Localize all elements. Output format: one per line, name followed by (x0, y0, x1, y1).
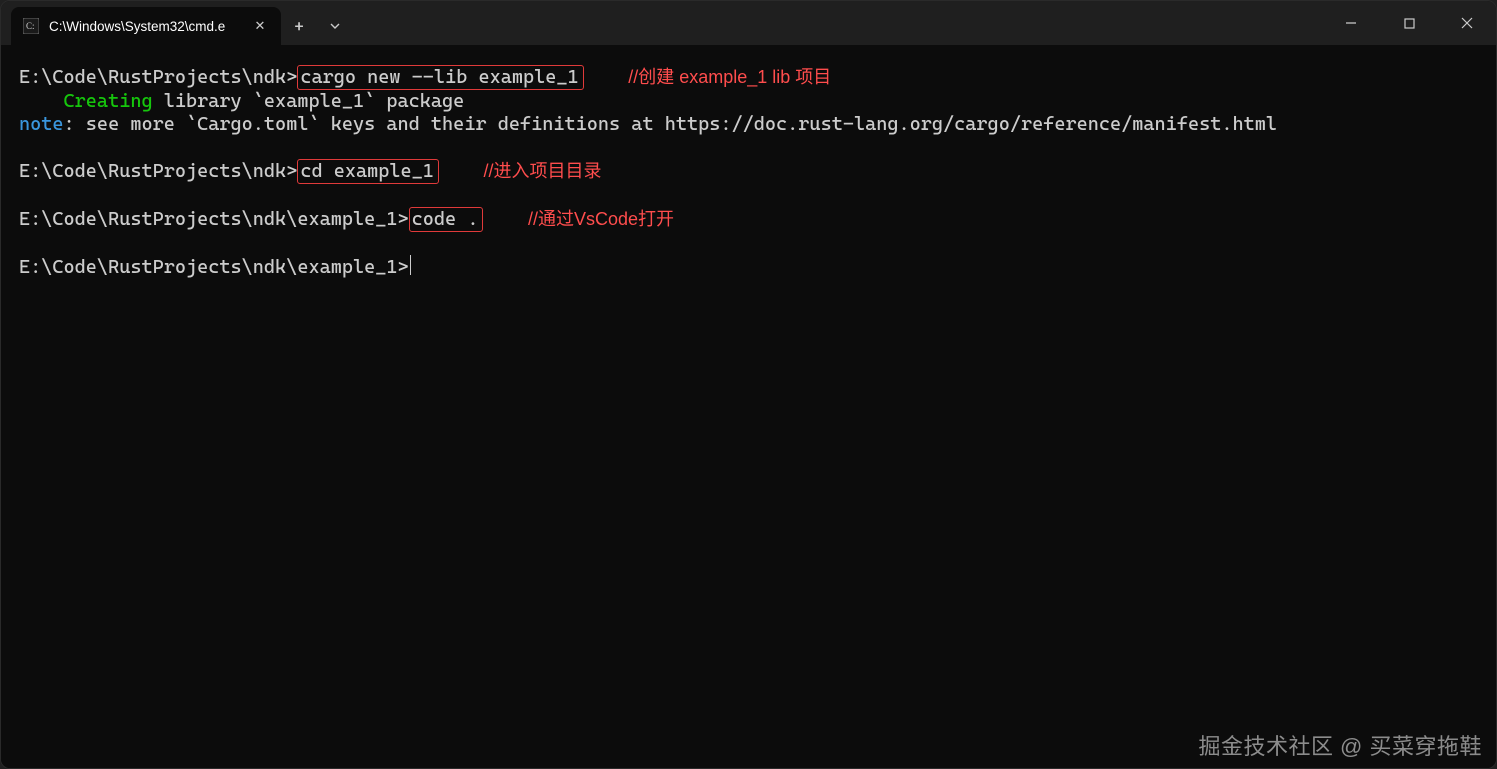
titlebar: C: C:\Windows\System32\cmd.e ✕ + (1, 1, 1496, 45)
command-box: cd example_1 (297, 159, 439, 184)
annotation: //进入项目目录 (483, 161, 601, 181)
annotation: //通过VsCode打开 (528, 209, 674, 229)
terminal-line (19, 184, 1482, 207)
terminal-line: note: see more `Cargo.toml` keys and the… (19, 113, 1482, 136)
chevron-down-icon (329, 20, 341, 32)
command-box: code . (409, 207, 484, 232)
terminal-line: E:\Code\RustProjects\ndk\example_1>code … (19, 207, 1482, 232)
output-text: : see more `Cargo.toml` keys and their d… (64, 113, 1277, 135)
tab-cmd[interactable]: C: C:\Windows\System32\cmd.e ✕ (11, 7, 281, 45)
terminal-output[interactable]: E:\Code\RustProjects\ndk>cargo new --lib… (1, 45, 1496, 768)
svg-text:C:: C: (26, 21, 35, 31)
terminal-line (19, 232, 1482, 255)
terminal-window: C: C:\Windows\System32\cmd.e ✕ + (0, 0, 1497, 769)
output-text: library `example_1` package (153, 90, 465, 112)
cmd-icon: C: (23, 18, 39, 34)
minimize-button[interactable] (1322, 1, 1380, 45)
note-keyword: note (19, 113, 64, 135)
titlebar-spacer (353, 1, 1322, 45)
terminal-line: E:\Code\RustProjects\ndk\example_1> (19, 255, 1482, 279)
watermark: 掘金技术社区 @ 买菜穿拖鞋 (1198, 735, 1482, 758)
annotation: //创建 example_1 lib 项目 (628, 67, 831, 87)
window-controls (1322, 1, 1496, 45)
terminal-line (19, 136, 1482, 159)
new-tab-button[interactable]: + (281, 7, 317, 45)
terminal-line: Creating library `example_1` package (19, 90, 1482, 113)
prompt: E:\Code\RustProjects\ndk\example_1> (19, 256, 409, 278)
tab-dropdown-button[interactable] (317, 7, 353, 45)
plus-icon: + (294, 17, 303, 36)
prompt: E:\Code\RustProjects\ndk\example_1> (19, 208, 409, 230)
prompt: E:\Code\RustProjects\ndk> (19, 160, 297, 182)
terminal-line: E:\Code\RustProjects\ndk>cargo new --lib… (19, 65, 1482, 90)
cursor (410, 255, 412, 275)
maximize-button[interactable] (1380, 1, 1438, 45)
status-keyword: Creating (64, 90, 153, 112)
tab-close-button[interactable]: ✕ (249, 15, 271, 37)
command-box: cargo new --lib example_1 (297, 65, 583, 90)
tab-title: C:\Windows\System32\cmd.e (49, 19, 239, 34)
prompt: E:\Code\RustProjects\ndk> (19, 66, 297, 88)
close-button[interactable] (1438, 1, 1496, 45)
terminal-line: E:\Code\RustProjects\ndk>cd example_1 //… (19, 159, 1482, 184)
